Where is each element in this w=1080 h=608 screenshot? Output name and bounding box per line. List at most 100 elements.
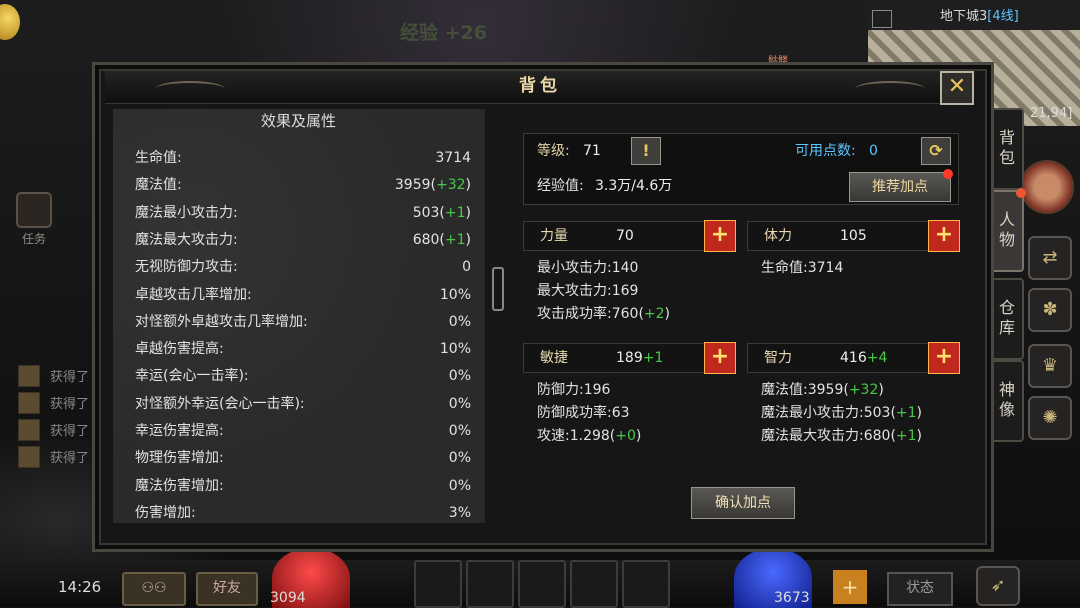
stat-value: 0% (448, 313, 471, 330)
intelligence-box: 智力 416+4 + (747, 342, 960, 374)
paw-icon[interactable]: ✽ (1028, 288, 1072, 332)
stat-row: 对怪额外幸运(会心一击率): 0% (135, 391, 471, 418)
stat-value: 0 (462, 259, 471, 276)
expand-map-icon[interactable] (872, 10, 892, 28)
stat-value: 10% (439, 341, 471, 358)
character-avatar[interactable] (1020, 160, 1074, 214)
level-value: 71 (583, 143, 601, 159)
stat-label: 魔法最小攻击力: (135, 204, 238, 221)
reset-points-button[interactable]: ⟳ (921, 137, 951, 165)
stat-label: 攻击成功率: (537, 306, 612, 322)
loot-row: 获得了 (18, 443, 89, 470)
attributes-panel: 效果及属性 生命值: 3714 魔法值: 3959(+32) 魔法最小攻击力: 503(+… (113, 109, 486, 523)
stat-row: 魔法值: 3959(+32) (135, 172, 471, 199)
add-intelligence-button[interactable]: + (928, 342, 960, 374)
stat-value: 3714 (807, 260, 844, 276)
stat-label: 魔法最大攻击力: (761, 428, 864, 444)
agility-value: 189+1 (616, 350, 664, 366)
stat-label: 无视防御力攻击: (135, 259, 238, 276)
confirm-points-button[interactable]: 确认加点 (691, 487, 795, 519)
friends-button[interactable]: 好友 (196, 572, 258, 606)
stat-label: 幸运(会心一击率): (135, 368, 249, 385)
attributes-heading: 效果及属性 (261, 112, 337, 130)
stat-value: 0% (448, 368, 471, 385)
mount-icon[interactable]: ➶ (976, 566, 1020, 606)
agility-box: 敏捷 189+1 + (523, 342, 736, 374)
detail-line: 攻击成功率:760(+2) (537, 303, 670, 326)
intelligence-label: 智力 (764, 350, 792, 366)
stat-label: 防御成功率: (537, 405, 612, 421)
stat-label: 对怪额外卓越攻击几率增加: (135, 313, 308, 330)
item-icon (18, 391, 40, 414)
quick-add-button[interactable]: + (833, 570, 867, 604)
stat-value: 1.298(+0) (569, 428, 642, 444)
skill-slot[interactable] (466, 560, 514, 608)
chain-ornament (492, 267, 504, 311)
item-icon (18, 418, 40, 441)
hp-value: 3094 (270, 590, 306, 606)
quest-button[interactable]: 任务 (16, 192, 52, 247)
item-icon (18, 364, 40, 387)
stat-label: 卓越攻击几率增加: (135, 286, 252, 303)
skill-slot[interactable] (414, 560, 462, 608)
quest-icon (16, 192, 52, 228)
stat-row: 物理伤害增加: 0% (135, 445, 471, 472)
stat-value: 3% (448, 504, 471, 521)
stat-row: 卓越攻击几率增加: 10% (135, 282, 471, 309)
stat-label: 幸运伤害提高: (135, 423, 224, 439)
swap-icon[interactable]: ⇄ (1028, 236, 1072, 280)
add-strength-button[interactable]: + (704, 220, 736, 252)
skill-slot[interactable] (570, 560, 618, 608)
stat-label: 魔法伤害增加: (135, 477, 224, 494)
strength-box: 力量 70 + (523, 220, 736, 252)
stat-value: 63 (611, 405, 630, 421)
vitality-label: 体力 (764, 228, 792, 244)
close-button[interactable]: ✕ (940, 71, 974, 105)
loot-log: 获得了 获得了 获得了 获得了 (18, 362, 89, 470)
detail-line: 防御成功率:63 (537, 402, 630, 425)
loot-row: 获得了 (18, 416, 89, 443)
available-points-value: 0 (869, 143, 878, 159)
stat-value: 680(+1) (412, 231, 471, 248)
team-button[interactable]: ⚇⚇ (122, 572, 186, 606)
strength-label: 力量 (540, 228, 568, 244)
detail-line: 魔法值:3959(+32) (761, 379, 884, 402)
panel-title: 背包 (519, 76, 561, 96)
stat-label: 最小攻击力: (537, 260, 612, 276)
stat-label: 魔法值: (761, 382, 808, 398)
stat-value: 140 (611, 260, 639, 276)
detail-line: 魔法最小攻击力:503(+1) (761, 402, 922, 425)
detail-line: 攻速:1.298(+0) (537, 425, 641, 448)
stat-row: 幸运(会心一击率): 0% (135, 363, 471, 390)
stat-value: 503(+1) (863, 405, 923, 421)
vitality-value: 105 (840, 228, 867, 244)
add-vitality-button[interactable]: + (928, 220, 960, 252)
info-button[interactable]: ! (631, 137, 661, 165)
stat-label: 魔法最大攻击力: (135, 231, 238, 248)
skill-slot[interactable] (622, 560, 670, 608)
stat-value: 0% (448, 423, 471, 439)
character-points-panel: 等级: 71 ! 可用点数: 0 ⟳ 经验值: 3.3万/4.6万 推荐加点 力… (519, 133, 960, 523)
add-agility-button[interactable]: + (704, 342, 736, 374)
stat-value: 3959(+32) (394, 177, 471, 194)
stat-label: 魔法最小攻击力: (761, 405, 864, 421)
bag-panel: 背包 ✕ 效果及属性 生命值: 3714 魔法值: 3959(+32) 魔法最小攻击力:… (92, 62, 994, 552)
settings-gear-icon[interactable]: ✺ (1028, 396, 1072, 440)
stat-value: 0% (448, 395, 471, 412)
stat-value: 3714 (435, 150, 471, 166)
detail-line: 最大攻击力:169 (537, 280, 638, 303)
loot-row: 获得了 (18, 389, 89, 416)
loot-row: 获得了 (18, 362, 89, 389)
skill-slot[interactable] (518, 560, 566, 608)
vitality-box: 体力 105 + (747, 220, 960, 252)
stat-label: 防御力: (537, 382, 584, 398)
available-points-label: 可用点数: (795, 143, 856, 159)
stat-value: 680(+1) (863, 428, 923, 444)
recommend-points-button[interactable]: 推荐加点 (849, 172, 951, 202)
exp-value: 3.3万/4.6万 (595, 178, 673, 194)
level-label: 等级: (537, 143, 570, 159)
status-button[interactable]: 状态 (887, 572, 953, 606)
stat-row: 魔法最大攻击力: 680(+1) (135, 227, 471, 254)
trophy-icon[interactable]: ♛ (1028, 344, 1072, 388)
stat-value: 3959(+32) (807, 382, 884, 398)
